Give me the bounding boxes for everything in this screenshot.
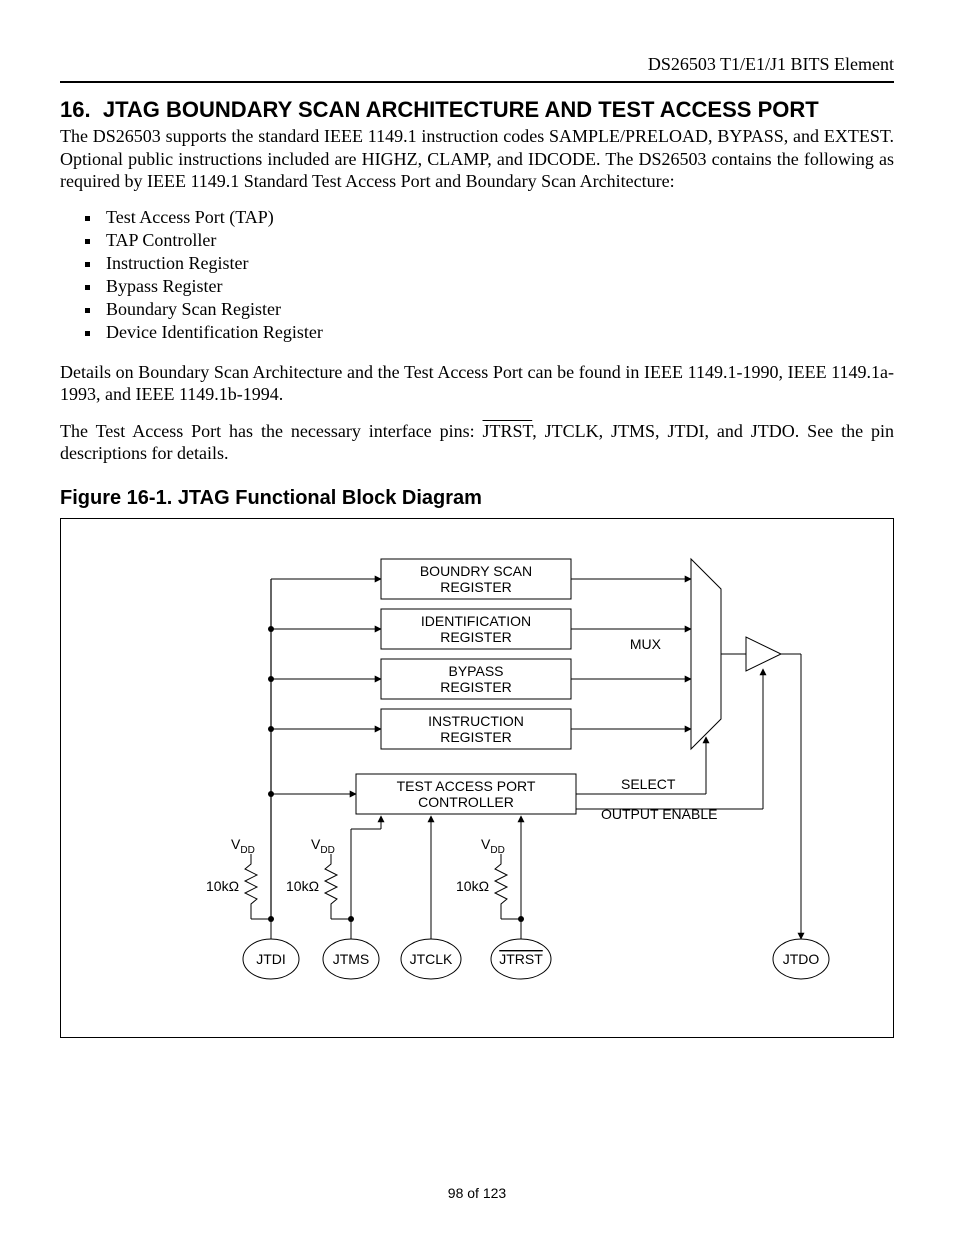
pullup-jtms: VDD 10kΩ	[286, 836, 354, 939]
section-title-text: JTAG BOUNDARY SCAN ARCHITECTURE AND TEST…	[103, 97, 819, 122]
section-number: 16.	[60, 97, 91, 122]
ident-line2: REGISTER	[440, 629, 512, 645]
vdd-sub: DD	[490, 845, 504, 856]
resistor-label: 10kΩ	[456, 878, 489, 894]
instruction-register: INSTRUCTION REGISTER	[381, 709, 571, 749]
pullup-jtrst: VDD 10kΩ	[456, 836, 524, 939]
mux-label: MUX	[630, 636, 662, 652]
junction-dot	[268, 626, 274, 632]
tri-state-buffer	[746, 637, 781, 671]
junction-dot	[268, 791, 274, 797]
pin-label: JTDI	[256, 951, 286, 967]
diagram-svg: BOUNDRY SCAN REGISTER IDENTIFICATION REG…	[61, 519, 893, 1037]
pin-label: JTCLK	[410, 951, 453, 967]
list-item: Test Access Port (TAP)	[102, 207, 894, 228]
boundary-line1: BOUNDRY SCAN	[420, 563, 532, 579]
pin-jtdi: JTDI	[243, 939, 299, 979]
svg-text:VDD: VDD	[231, 836, 255, 856]
details-paragraph: Details on Boundary Scan Architecture an…	[60, 361, 894, 406]
list-item: Bypass Register	[102, 276, 894, 297]
instr-line1: INSTRUCTION	[428, 713, 524, 729]
list-item: Device Identification Register	[102, 322, 894, 343]
svg-text:VDD: VDD	[311, 836, 335, 856]
mux-block: MUX	[630, 559, 721, 749]
pin-jtms: JTMS	[323, 939, 379, 979]
resistor-label: 10kΩ	[206, 878, 239, 894]
pin-jtrst: JTRST	[491, 939, 551, 979]
tap-controller: TEST ACCESS PORT CONTROLLER	[356, 774, 576, 814]
pin-label: JTDO	[783, 951, 820, 967]
tap-line1: TEST ACCESS PORT	[397, 778, 536, 794]
resistor-label: 10kΩ	[286, 878, 319, 894]
vdd-sub: DD	[320, 845, 334, 856]
select-label: SELECT	[621, 776, 676, 792]
page: DS26503 T1/E1/J1 BITS Element 16. JTAG B…	[0, 0, 954, 1235]
identification-register: IDENTIFICATION REGISTER	[381, 609, 571, 649]
figure-caption: Figure 16-1. JTAG Functional Block Diagr…	[60, 487, 894, 510]
running-head: DS26503 T1/E1/J1 BITS Element	[60, 54, 894, 75]
pullup-jtdi: VDD 10kΩ	[206, 836, 274, 939]
jtrst-overline: JTRST	[483, 421, 533, 441]
vdd-sub: DD	[240, 845, 254, 856]
bypass-line2: REGISTER	[440, 679, 512, 695]
bypass-line1: BYPASS	[449, 663, 504, 679]
figure-block-diagram: BOUNDRY SCAN REGISTER IDENTIFICATION REG…	[60, 518, 894, 1038]
boundary-line2: REGISTER	[440, 579, 512, 595]
junction-dot	[268, 676, 274, 682]
bypass-register: BYPASS REGISTER	[381, 659, 571, 699]
junction-dot	[268, 726, 274, 732]
ident-line1: IDENTIFICATION	[421, 613, 531, 629]
list-item: TAP Controller	[102, 230, 894, 251]
instr-line2: REGISTER	[440, 729, 512, 745]
pin-label: JTRST	[499, 951, 543, 967]
tap-line2: CONTROLLER	[418, 794, 514, 810]
pin-label: JTMS	[333, 951, 370, 967]
list-item: Instruction Register	[102, 253, 894, 274]
pin-jtclk: JTCLK	[401, 939, 461, 979]
section-heading: 16. JTAG BOUNDARY SCAN ARCHITECTURE AND …	[60, 97, 894, 123]
list-item: Boundary Scan Register	[102, 299, 894, 320]
boundary-scan-register: BOUNDRY SCAN REGISTER	[381, 559, 571, 599]
intro-paragraph: The DS26503 supports the standard IEEE 1…	[60, 125, 894, 193]
header-rule	[60, 81, 894, 83]
tap-paragraph: The Test Access Port has the necessary i…	[60, 420, 894, 465]
tap-text-pre: The Test Access Port has the necessary i…	[60, 421, 483, 441]
feature-list: Test Access Port (TAP) TAP Controller In…	[60, 207, 894, 343]
output-enable-label: OUTPUT ENABLE	[601, 806, 717, 822]
pin-jtdo: JTDO	[773, 939, 829, 979]
page-number: 98 of 123	[0, 1185, 954, 1201]
svg-text:VDD: VDD	[481, 836, 505, 856]
